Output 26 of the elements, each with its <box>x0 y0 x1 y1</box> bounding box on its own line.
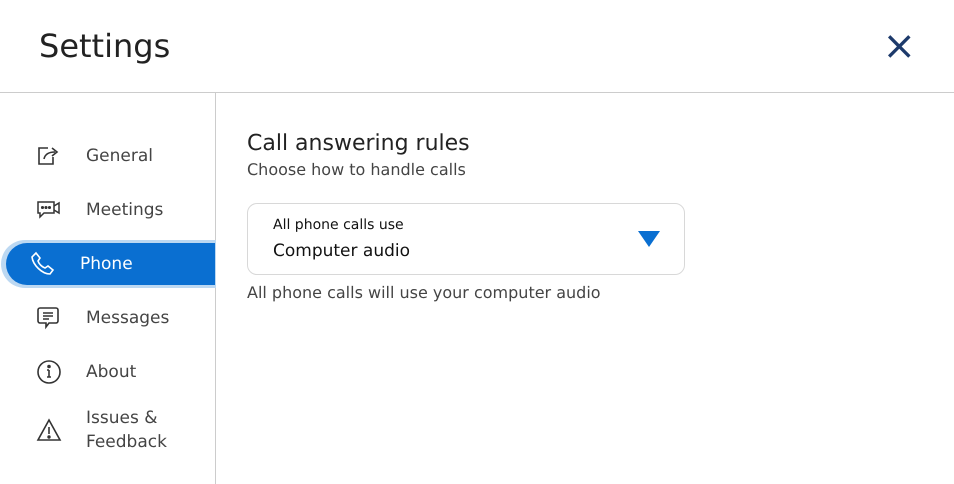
sidebar-item[interactable]: General <box>6 129 215 183</box>
sidebar-item[interactable]: About <box>6 345 215 399</box>
dropdown-value: Computer audio <box>273 241 410 261</box>
audio-dropdown[interactable]: All phone calls use Computer audio <box>247 203 685 275</box>
close-button[interactable]: × <box>882 26 916 66</box>
sidebar-item[interactable]: Phone <box>6 243 215 285</box>
helper-text: All phone calls will use your computer audio <box>247 283 602 302</box>
message-icon <box>36 306 60 330</box>
phone-icon <box>30 251 56 277</box>
window-title: Settings <box>39 27 170 65</box>
sidebar-label: Phone <box>80 253 133 276</box>
dropdown-arrow-icon <box>638 231 660 247</box>
sidebar-label: Issues & Feedback <box>86 407 167 454</box>
info-icon <box>36 359 62 385</box>
sidebar-item[interactable]: Meetings <box>6 183 215 237</box>
sidebar-label: General <box>86 145 153 168</box>
warning-icon <box>36 418 62 442</box>
sidebar-label: Meetings <box>86 199 164 222</box>
dropdown-label: All phone calls use <box>273 217 405 233</box>
sidebar-label: About <box>86 361 136 384</box>
video-chat-icon <box>36 200 62 220</box>
sidebar-item[interactable]: Issues & Feedback <box>6 399 215 461</box>
sidebar-label: Messages <box>86 307 170 330</box>
section-title: Call answering rules <box>247 131 471 156</box>
sidebar-item[interactable]: Messages <box>6 291 215 345</box>
section-subtitle: Choose how to handle calls <box>247 160 467 179</box>
